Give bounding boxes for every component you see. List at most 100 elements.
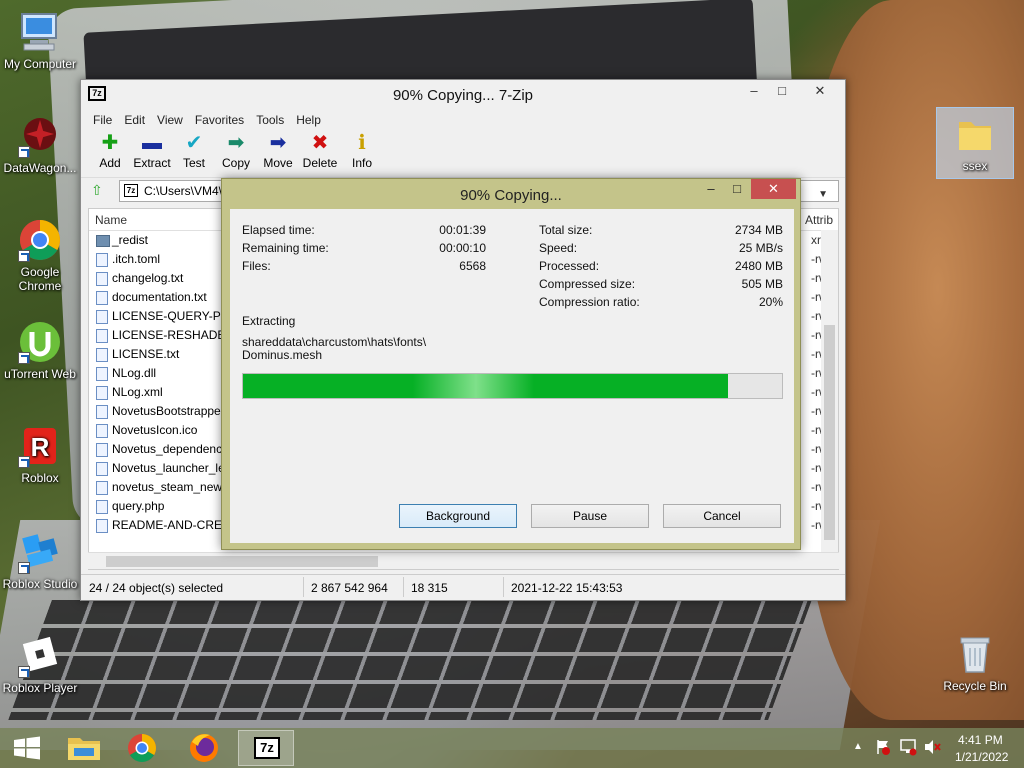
dialog-minimize-button[interactable]: – (698, 179, 724, 199)
desktop-icon-datawagon[interactable]: DataWagon... (0, 114, 80, 175)
test-button[interactable]: ✔ Test (173, 130, 215, 177)
folder-icon (953, 112, 997, 156)
add-button[interactable]: ✚ Add (89, 130, 131, 177)
cancel-button[interactable]: Cancel (663, 504, 781, 528)
vertical-scrollbar[interactable] (821, 230, 838, 552)
close-button[interactable]: ✕ (797, 81, 843, 101)
minus-icon: ▬ (142, 132, 162, 154)
copy-arrow-icon: ➡ (227, 132, 245, 154)
tray-chevron-up-icon[interactable]: ▲ (853, 741, 863, 752)
shortcut-arrow-icon (18, 456, 30, 468)
maximize-button[interactable]: □ (769, 81, 795, 101)
menubar: File Edit View Favorites Tools Help (81, 110, 845, 130)
column-header-attributes[interactable]: Attrib (805, 213, 833, 227)
desktop-icon-label: DataWagon... (3, 161, 77, 175)
desktop-icon-label: Roblox (21, 471, 59, 485)
menu-view[interactable]: View (151, 113, 189, 127)
datawagon-icon (18, 114, 62, 158)
desktop-icon-label: Roblox Player (2, 681, 78, 695)
file-icon (96, 519, 108, 533)
menu-file[interactable]: File (87, 113, 118, 127)
desktop-icon-google-chrome[interactable]: Google Chrome (0, 218, 80, 293)
scrollbar-thumb[interactable] (824, 325, 835, 540)
volume-muted-icon[interactable] (923, 738, 941, 759)
clock-date[interactable]: 1/21/2022 (955, 750, 1008, 764)
dialog-close-button[interactable]: ✕ (751, 179, 796, 199)
clock-time[interactable]: 4:41 PM (958, 733, 1003, 747)
info-button[interactable]: ℹ Info (341, 130, 383, 177)
extract-button[interactable]: ▬ Extract (131, 130, 173, 177)
file-icon (96, 481, 108, 495)
desktop-icon-roblox-player[interactable]: Roblox Player (0, 634, 80, 695)
delete-button[interactable]: ✖ Delete (299, 130, 341, 177)
progress-bar (242, 373, 783, 399)
desktop-icon-recycle-bin[interactable]: Recycle Bin (935, 632, 1015, 693)
file-name: query.php (112, 499, 165, 513)
chevron-down-icon[interactable]: ▼ (818, 189, 828, 200)
file-name: novetus_steam_new.p (112, 480, 232, 494)
taskbar-file-explorer[interactable] (56, 730, 112, 766)
roblox-studio-icon (18, 530, 62, 574)
desktop-icon-ssex-folder[interactable]: ssex (935, 112, 1015, 173)
shortcut-arrow-icon (18, 146, 30, 158)
file-name: NovetusBootstrapper (112, 404, 225, 418)
shortcut-arrow-icon (18, 352, 30, 364)
7zip-small-icon: 7z (124, 184, 138, 197)
roblox-icon: R (18, 424, 62, 468)
toolbar-label: Info (351, 156, 372, 170)
file-icon (96, 253, 108, 267)
file-icon (96, 329, 108, 343)
processed-value: 2480 MB (734, 259, 783, 273)
desktop-icon-my-computer[interactable]: My Computer (0, 10, 80, 71)
status-selection: 24 / 24 object(s) selected (89, 581, 224, 595)
minimize-button[interactable]: – (741, 81, 767, 101)
files-label: Files: (242, 259, 271, 273)
horizontal-scrollbar[interactable] (88, 552, 839, 569)
windows-logo-icon (14, 736, 40, 760)
file-name: Novetus_dependency (112, 442, 229, 456)
start-button[interactable] (0, 730, 56, 766)
taskbar-firefox[interactable] (176, 730, 232, 766)
network-icon[interactable] (899, 738, 917, 759)
copy-button[interactable]: ➡ Copy (215, 130, 257, 177)
shortcut-arrow-icon (18, 562, 30, 574)
action-center-flag-icon[interactable] (875, 738, 891, 759)
column-header-name[interactable]: Name (95, 213, 127, 227)
file-name: LICENSE-QUERY-PHP (112, 309, 238, 323)
speed-value: 25 MB/s (738, 241, 783, 255)
chrome-icon (128, 734, 156, 762)
firefox-icon (190, 734, 218, 762)
main-titlebar[interactable]: 7z 90% Copying... 7-Zip – □ ✕ (81, 80, 845, 110)
taskbar-chrome[interactable] (114, 730, 170, 766)
background-button[interactable]: Background (399, 504, 517, 528)
recycle-bin-icon (953, 632, 997, 676)
file-explorer-icon (68, 738, 100, 760)
compression-ratio-label: Compression ratio: (539, 295, 640, 309)
desktop-icon-roblox[interactable]: R Roblox (0, 424, 80, 485)
file-name: changelog.txt (112, 271, 184, 285)
files-value: 6568 (459, 259, 486, 273)
menu-favorites[interactable]: Favorites (189, 113, 250, 127)
toolbar-label: Extract (133, 156, 171, 170)
taskbar-7zip[interactable]: 7z (238, 730, 294, 766)
dialog-maximize-button[interactable]: □ (724, 179, 750, 199)
status-size: 2 867 542 964 (311, 581, 388, 595)
desktop-icon-label: Roblox Studio (2, 577, 78, 591)
desktop-icon-roblox-studio[interactable]: Roblox Studio (0, 530, 80, 591)
file-icon (96, 348, 108, 362)
elapsed-time-value: 00:01:39 (439, 223, 486, 237)
up-folder-icon[interactable]: ⇧ (91, 182, 109, 200)
status-bar: 24 / 24 object(s) selected 2 867 542 964… (81, 574, 845, 600)
desktop-icon-utorrent-web[interactable]: uTorrent Web (0, 320, 80, 381)
menu-edit[interactable]: Edit (118, 113, 151, 127)
pause-button[interactable]: Pause (531, 504, 649, 528)
scrollbar-thumb[interactable] (106, 556, 378, 567)
shortcut-arrow-icon (18, 250, 30, 262)
file-name: Novetus_launcher_leg (112, 461, 232, 475)
progress-bar-fill (243, 374, 729, 398)
menu-help[interactable]: Help (290, 113, 327, 127)
move-button[interactable]: ➡ Move (257, 130, 299, 177)
status-packed: 18 315 (411, 581, 448, 595)
menu-tools[interactable]: Tools (250, 113, 290, 127)
desktop-icon-label: Google Chrome (18, 265, 62, 293)
